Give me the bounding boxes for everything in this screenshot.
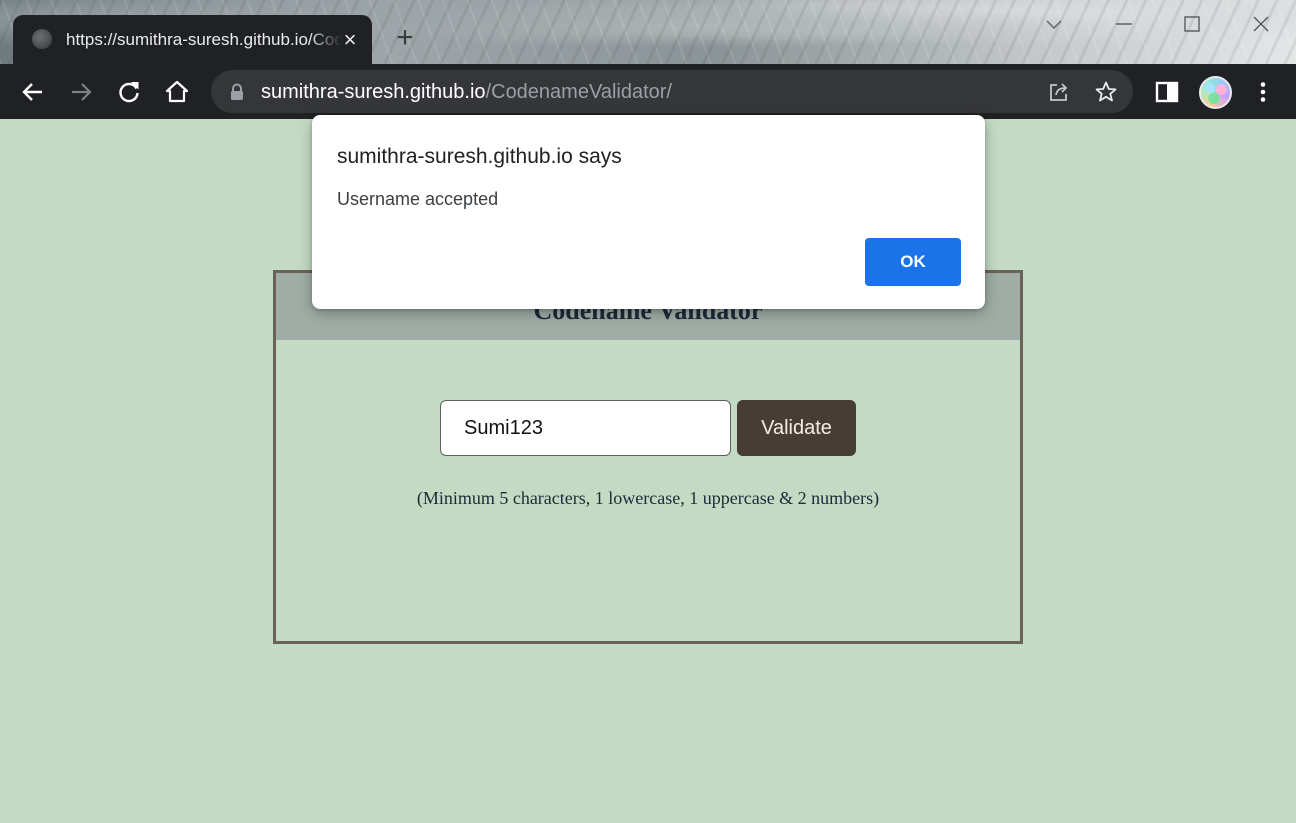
tab-title: https://sumithra-suresh.github.io/Codena… [66,30,342,49]
browser-window: https://sumithra-suresh.github.io/Codena… [0,0,1296,823]
lock-icon[interactable] [229,83,245,101]
validate-button[interactable]: Validate [737,400,856,456]
forward-icon[interactable] [67,78,95,106]
ok-button[interactable]: OK [865,238,961,286]
side-panel-icon[interactable] [1153,78,1181,106]
reload-icon[interactable] [115,78,143,106]
back-icon[interactable] [19,78,47,106]
avatar[interactable] [1199,76,1232,109]
menu-icon[interactable] [1249,78,1277,106]
dialog-message: Username accepted [337,189,499,209]
close-icon[interactable] [1249,12,1273,36]
tab-close-button[interactable]: × [339,29,361,51]
address-bar[interactable]: sumithra-suresh.github.io/CodenameValida… [211,70,1133,113]
validator-card: Codename Validator Validate (Minimum 5 c… [273,270,1023,644]
globe-icon [32,29,52,49]
tab-search-icon[interactable] [1042,12,1066,36]
maximize-icon[interactable] [1180,12,1204,36]
minimize-icon[interactable] [1112,12,1136,36]
home-icon[interactable] [163,78,191,106]
share-icon[interactable] [1047,80,1071,104]
browser-toolbar: sumithra-suresh.github.io/CodenameValida… [0,64,1296,119]
codename-input[interactable] [440,400,731,456]
new-tab-button[interactable]: + [391,23,419,53]
url-text[interactable]: sumithra-suresh.github.io/CodenameValida… [261,79,672,105]
tab-strip: https://sumithra-suresh.github.io/Codena… [0,0,1296,65]
requirements-hint: (Minimum 5 characters, 1 lowercase, 1 up… [416,488,880,508]
star-icon[interactable] [1094,80,1118,104]
dialog-title: sumithra-suresh.github.io says [337,145,622,168]
browser-tab[interactable]: https://sumithra-suresh.github.io/Codena… [13,15,372,65]
url-host: sumithra-suresh.github.io [261,81,486,103]
alert-dialog: sumithra-suresh.github.io says Username … [312,115,985,309]
url-path: /CodenameValidator/ [485,81,672,103]
